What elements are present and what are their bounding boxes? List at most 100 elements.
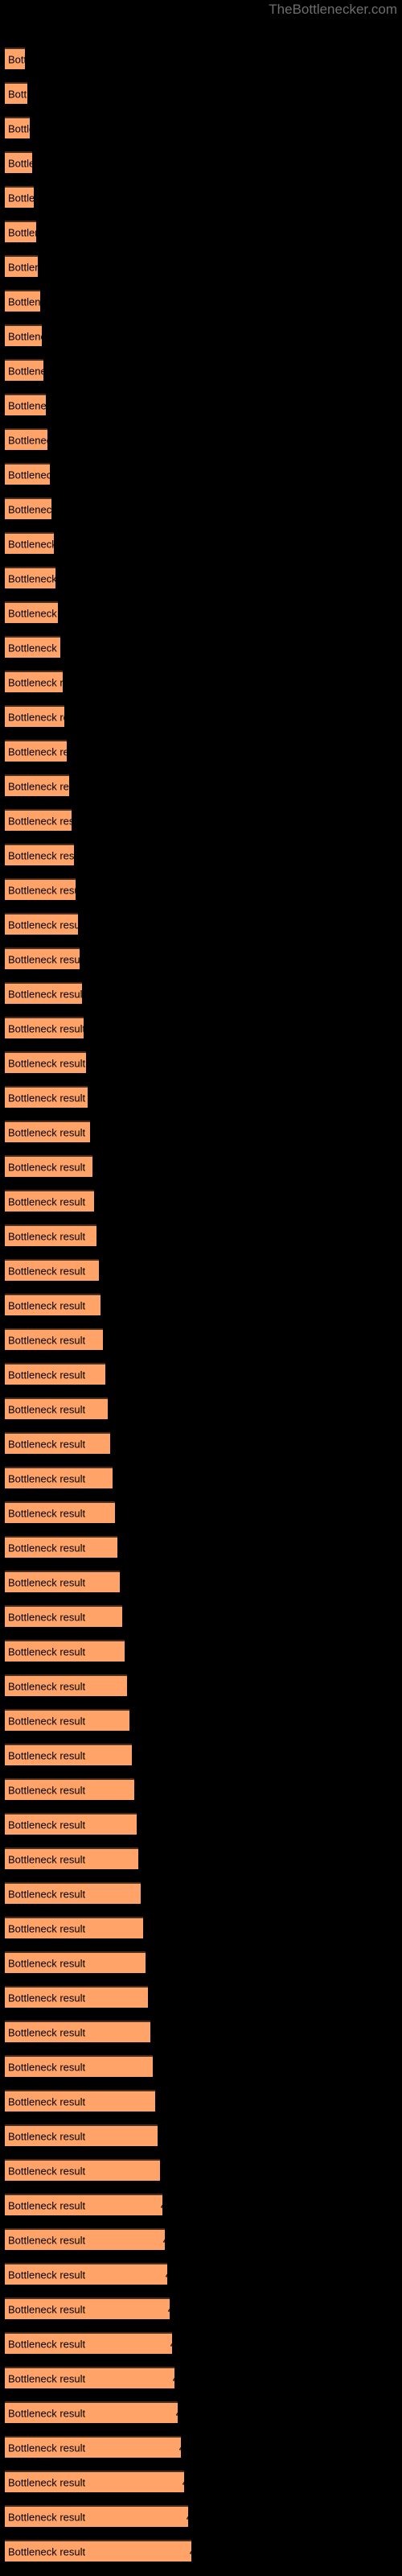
bar-value-label: 4 (187, 2511, 188, 2523)
bar-row: Bottleneck result (5, 1605, 122, 1627)
bar-label: Bottleneck result (8, 1472, 86, 1484)
bottleneck-bar-chart: Bottleneck result Bottleneck result Bottle… (0, 0, 402, 2576)
bar-label: Bottleneck result (8, 2372, 86, 2384)
bar-row: Bottleneck result (5, 1190, 94, 1212)
bar-label: Bottleneck result (8, 538, 54, 550)
bar: Bottleneck result (5, 1086, 88, 1108)
bar-row: Bottleneck result (5, 844, 74, 865)
bar: Bottleneck result (5, 878, 76, 900)
bar: Bottleneck result (5, 740, 67, 762)
bar-row: Bottleneck result (5, 982, 82, 1004)
bar: Bottleneck result (5, 324, 42, 346)
bar-label: Bottleneck result (8, 572, 55, 584)
bar-row: Bottleneck result 4 (5, 2540, 191, 2562)
bar: Bottleneck result (5, 982, 82, 1004)
bar-row: Bottleneck result (5, 1674, 127, 1696)
bar-label: Bottleneck result (8, 2476, 86, 2488)
bar: Bottleneck result 4 (5, 2471, 184, 2492)
bar: Bottleneck result (5, 1709, 129, 1731)
bar-label: Bottleneck result (8, 1022, 84, 1034)
bar-row: Bottleneck result 4 (5, 2263, 167, 2285)
bar-row: Bottleneck result (5, 2021, 150, 2042)
bar-label: Bottleneck result (8, 1195, 86, 1208)
bar-label: Bottleneck result (8, 1507, 86, 1519)
bar-row: Bottleneck result (5, 1467, 113, 1488)
bar-row: Bottleneck result (5, 1986, 148, 2008)
bar-row: Bottleneck result (5, 878, 76, 900)
page-root: TheBottlenecker.com Bottleneck resultBot… (0, 0, 402, 2576)
bar: Bottleneck result (5, 1778, 134, 1800)
bar: Bottleneck result (5, 601, 58, 623)
bar: Bottleneck result (5, 1674, 127, 1696)
bar-label: Bottleneck result (8, 1403, 86, 1415)
bar: Bottleneck result 4 (5, 2332, 172, 2354)
bar-row: Bottleneck result (5, 1155, 92, 1177)
bar-row: Bottleneck result (5, 428, 47, 450)
bar-label: Bottleneck result (8, 988, 82, 1000)
bar: Bottleneck result 4 (5, 2263, 167, 2285)
bar-label: Bottleneck result (8, 2234, 86, 2246)
bar-label: Bottleneck result (8, 295, 40, 308)
bar: Bottleneck result 4 (5, 2401, 178, 2423)
bar-label: Bottleneck result (8, 2165, 86, 2177)
bar: Bottleneck result 4 (5, 2367, 174, 2388)
bar-label: Bottleneck result (8, 1126, 86, 1138)
bar: Bottleneck result (5, 532, 54, 554)
bar-label: Bottleneck result (8, 1542, 86, 1554)
bar-label: Bottleneck result (8, 2545, 86, 2557)
bar-row: Bottleneck result (5, 1259, 99, 1281)
bar-row: Bottleneck result (5, 1709, 129, 1731)
bar-row: Bottleneck result 4 (5, 2471, 184, 2492)
bar: Bottleneck result 4 (5, 2194, 162, 2215)
bar: Bottleneck result (5, 1986, 148, 2008)
bar-value-label: 4 (170, 2338, 172, 2350)
bar-row: Bottleneck result (5, 1086, 88, 1108)
bar-label: Bottleneck result (8, 1576, 86, 1588)
bar-label: Bottleneck result (8, 849, 74, 861)
bar-value-label: 4 (176, 2407, 178, 2419)
bar-label: Bottleneck result (8, 815, 72, 827)
bar-label: Bottleneck result (8, 1334, 86, 1346)
bar-row: Bottleneck result (5, 1640, 125, 1662)
bar-label: Bottleneck result (8, 399, 46, 411)
bar-row: Bottleneck result (5, 1224, 96, 1246)
bar-label: Bottleneck result (8, 1749, 86, 1761)
bar-row: Bottleneck result (5, 2090, 155, 2112)
bar-label: Bottleneck result (8, 1645, 86, 1657)
bar: Bottleneck result (5, 1051, 86, 1073)
bar-label: Bottleneck result (8, 2442, 86, 2454)
bar-label: Bottleneck result (8, 192, 34, 204)
bar-label: Bottleneck result (8, 122, 30, 134)
bar-value-label: 4 (163, 2234, 165, 2246)
bar-label: Bottleneck result (8, 1368, 86, 1381)
bar: Bottleneck result (5, 117, 30, 138)
bar: Bottleneck result (5, 636, 60, 658)
bar-row: Bottleneck result 4 (5, 2367, 174, 2388)
bar: Bottleneck result (5, 221, 36, 242)
bar-row: Bottleneck result (5, 1744, 132, 1765)
bar: Bottleneck result (5, 255, 38, 277)
bar-label: Bottleneck result (8, 53, 25, 65)
bar: Bottleneck result (5, 1571, 120, 1592)
bar: Bottleneck result (5, 1017, 84, 1038)
bar-label: Bottleneck result (8, 2061, 86, 2073)
bar-row: Bottleneck result (5, 1328, 103, 1350)
bar: Bottleneck result (5, 1467, 113, 1488)
bar-row: Bottleneck result (5, 1051, 86, 1073)
bar: Bottleneck result (5, 47, 25, 69)
bar-label: Bottleneck result (8, 884, 76, 896)
bar-label: Bottleneck result (8, 1957, 86, 1969)
bar: Bottleneck result 4 (5, 2505, 188, 2527)
bar: Bottleneck result (5, 359, 43, 381)
bar: Bottleneck result (5, 186, 34, 208)
bar-row: Bottleneck result 4 (5, 2194, 162, 2215)
bar-row: Bottleneck result 4 (5, 2228, 165, 2250)
bar: Bottleneck result (5, 2124, 158, 2146)
bar-label: Bottleneck result (8, 1265, 86, 1277)
bar: Bottleneck result (5, 1432, 110, 1454)
bar: Bottleneck result (5, 394, 46, 415)
bar-row: Bottleneck result (5, 601, 58, 623)
bar-row: Bottleneck result (5, 1432, 110, 1454)
bar-label: Bottleneck result (8, 365, 43, 377)
bar-row: Bottleneck result (5, 947, 80, 969)
